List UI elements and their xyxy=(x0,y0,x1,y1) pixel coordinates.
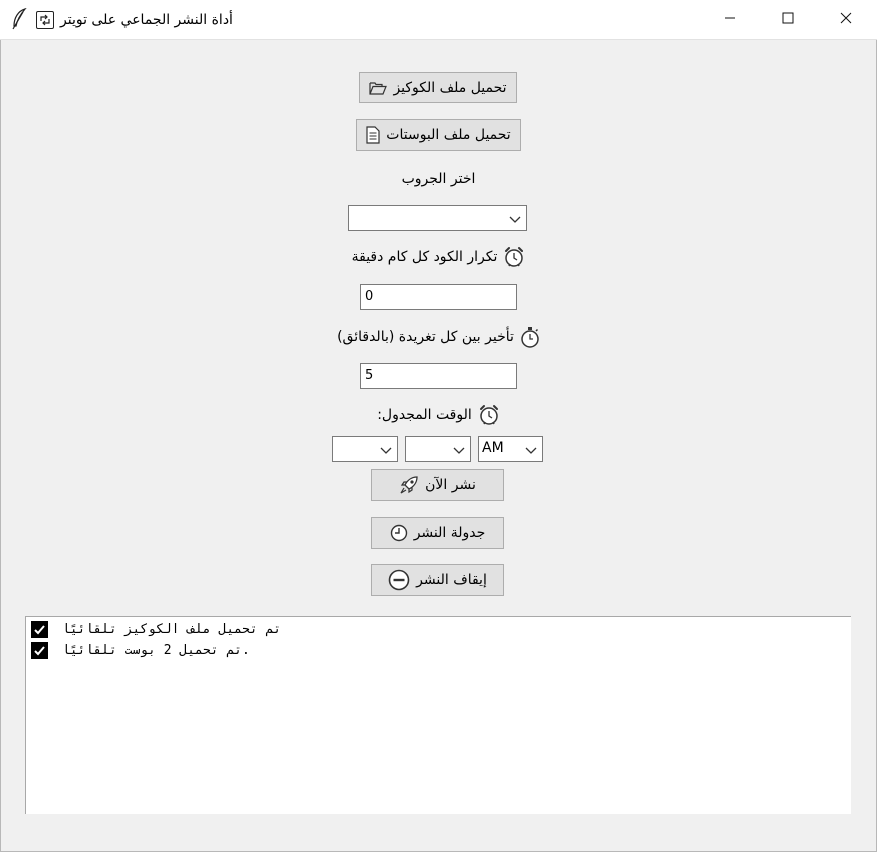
stop-posting-button[interactable]: إيقاف النشر xyxy=(371,564,504,596)
log-line: تم تحميل ملف الكوكيز تلقائيًا xyxy=(31,620,281,638)
close-button[interactable] xyxy=(817,0,875,40)
schedule-time-label: :الوقت المجدول xyxy=(377,407,472,423)
title-bar: أداة النشر الجماعي على تويتر xyxy=(0,0,877,40)
hour-dropdown[interactable] xyxy=(332,436,398,462)
minute-dropdown[interactable] xyxy=(405,436,471,462)
group-label-row: اختر الجروب xyxy=(0,168,877,190)
schedule-post-label: جدولة النشر xyxy=(413,525,486,541)
retweet-icon xyxy=(36,11,54,29)
log-line-text: تم تحميل 2 بوست تلقائيًا. xyxy=(62,642,250,658)
alarm-clock-icon xyxy=(503,246,525,268)
ampm-dropdown-value: AM xyxy=(482,440,504,456)
clock-icon xyxy=(390,524,408,542)
chevron-down-icon xyxy=(452,444,466,454)
stop-posting-label: إيقاف النشر xyxy=(416,572,487,588)
schedule-time-label-row: :الوقت المجدول xyxy=(0,404,877,426)
group-dropdown[interactable] xyxy=(348,205,527,231)
feather-icon xyxy=(10,7,30,30)
check-icon xyxy=(31,620,48,638)
ampm-dropdown[interactable]: AM xyxy=(478,436,543,462)
repeat-minutes-input[interactable]: 0 xyxy=(360,284,517,310)
chevron-down-icon xyxy=(508,213,522,223)
minimize-icon xyxy=(724,12,736,28)
chevron-down-icon xyxy=(379,444,393,454)
log-line: تم تحميل 2 بوست تلقائيًا. xyxy=(31,641,250,659)
window-title: أداة النشر الجماعي على تويتر xyxy=(60,12,233,28)
delay-label-row: تأخير بين كل تغريدة (بالدقائق) xyxy=(0,326,877,348)
folder-open-icon xyxy=(369,81,388,95)
alarm-clock-icon xyxy=(478,404,500,426)
stop-icon xyxy=(388,569,410,591)
load-posts-label: تحميل ملف البوستات xyxy=(386,127,511,143)
delay-minutes-input[interactable]: 5 xyxy=(360,363,517,389)
chevron-down-icon xyxy=(524,444,538,454)
close-icon xyxy=(840,12,852,28)
load-posts-button[interactable]: تحميل ملف البوستات xyxy=(356,119,521,151)
group-label: اختر الجروب xyxy=(401,171,476,187)
post-now-button[interactable]: نشر الآن xyxy=(371,469,504,501)
minimize-button[interactable] xyxy=(701,0,759,40)
log-line-text: تم تحميل ملف الكوكيز تلقائيًا xyxy=(62,621,282,637)
rocket-icon xyxy=(399,475,419,495)
stopwatch-icon xyxy=(520,326,540,348)
log-textbox[interactable]: تم تحميل ملف الكوكيز تلقائيًا تم تحميل 2… xyxy=(25,616,851,814)
load-cookies-button[interactable]: تحميل ملف الكوكيز xyxy=(359,72,517,103)
document-icon xyxy=(366,126,380,144)
load-cookies-label: تحميل ملف الكوكيز xyxy=(393,79,507,96)
schedule-post-button[interactable]: جدولة النشر xyxy=(371,517,504,549)
maximize-icon xyxy=(782,12,794,28)
repeat-label-row: تكرار الكود كل كام دقيقة xyxy=(0,246,877,268)
delay-label: تأخير بين كل تغريدة (بالدقائق) xyxy=(337,329,514,345)
repeat-label: تكرار الكود كل كام دقيقة xyxy=(351,249,498,265)
post-now-label: نشر الآن xyxy=(425,477,476,493)
check-icon xyxy=(31,641,48,659)
maximize-button[interactable] xyxy=(759,0,817,40)
